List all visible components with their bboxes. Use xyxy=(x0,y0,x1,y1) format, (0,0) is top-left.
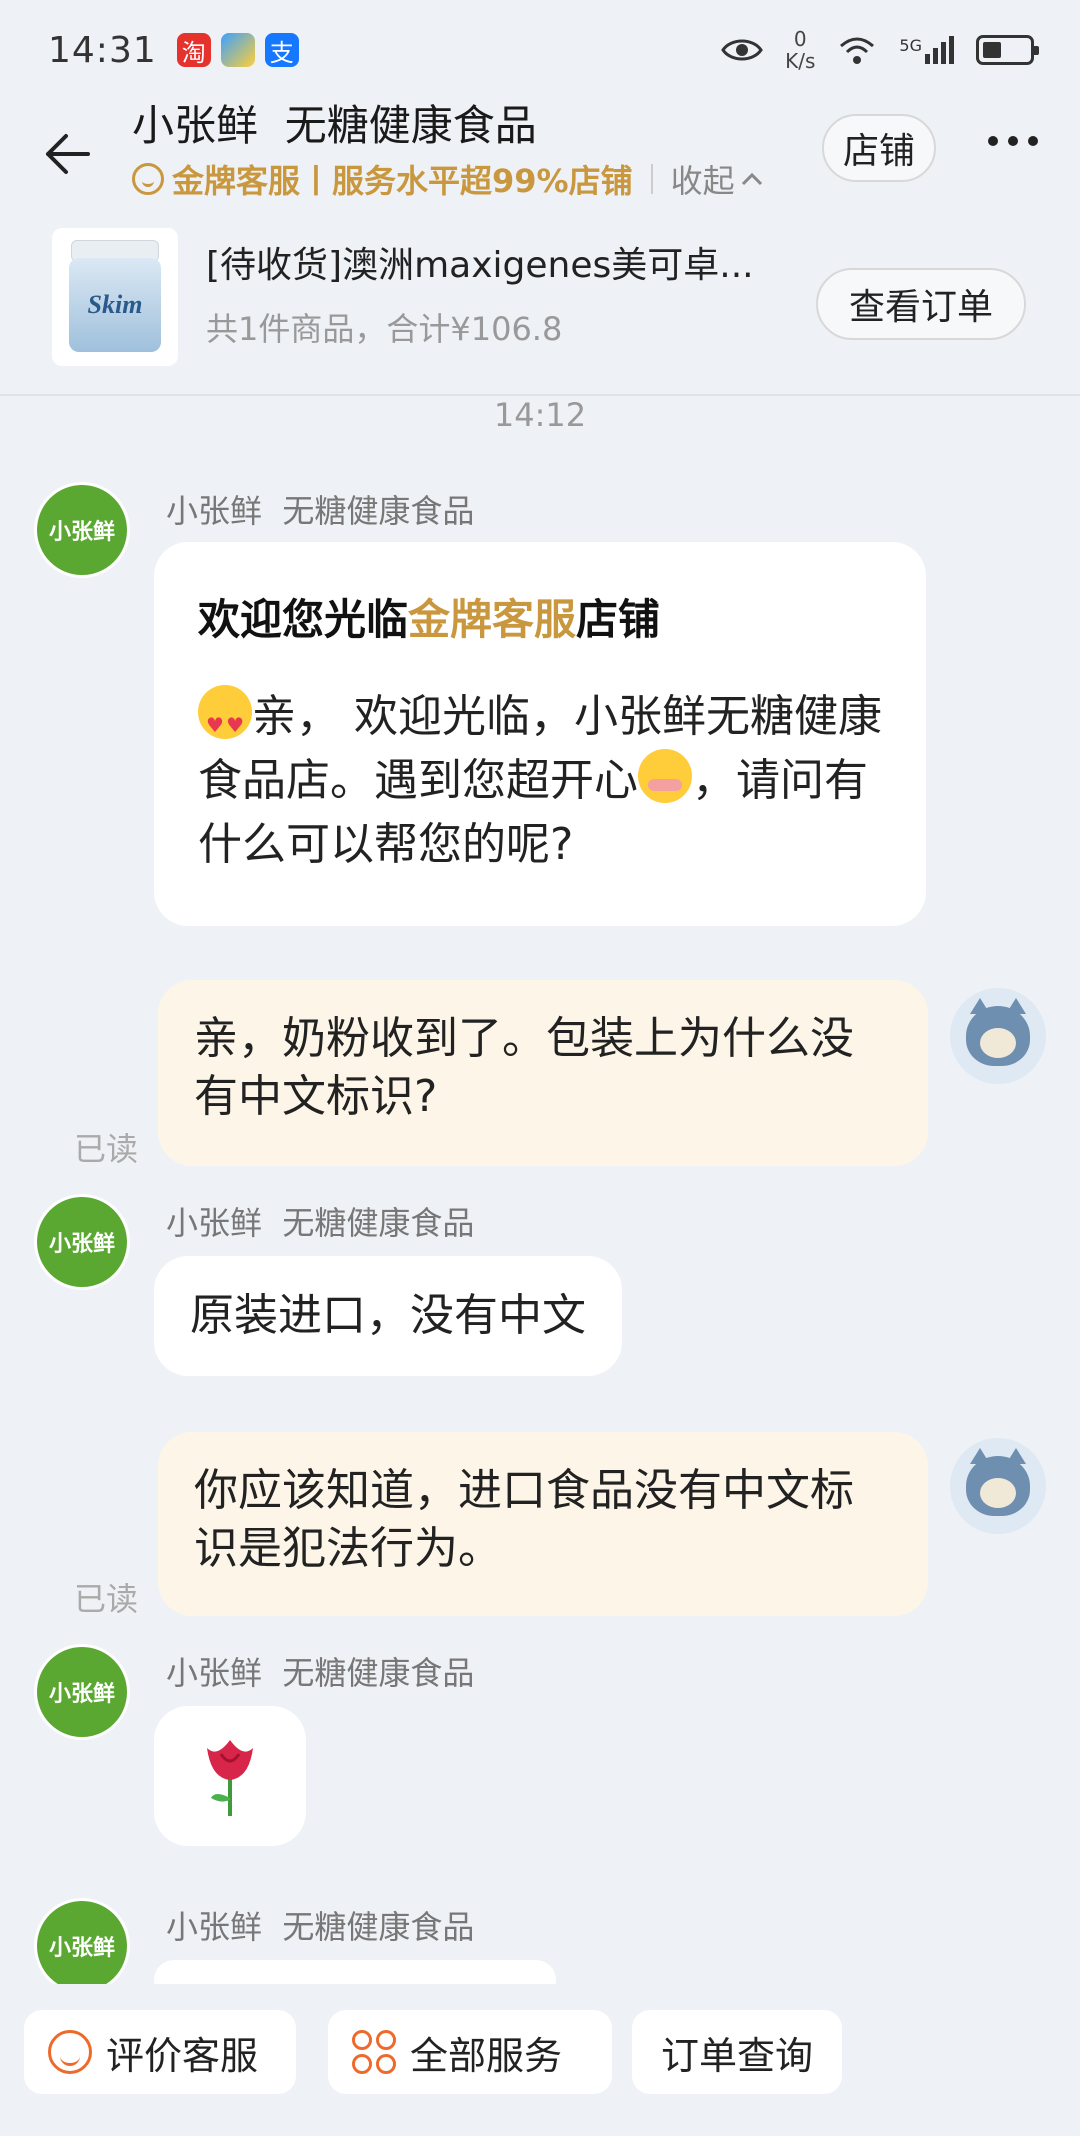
more-options-icon[interactable] xyxy=(988,136,1038,146)
welcome-message-bubble[interactable]: 欢迎您光临金牌客服店铺 亲， 欢迎光临，小张鲜无糖健康食品店。遇到您超开心，请问… xyxy=(154,542,926,926)
shop-avatar[interactable]: 小张鲜 xyxy=(34,1194,130,1290)
heart-eyes-emoji-icon xyxy=(198,685,252,757)
sender-name: 小张鲜 无糖健康食品 xyxy=(166,492,475,530)
read-status: 已读 xyxy=(74,1580,139,1618)
network-type: 5G xyxy=(899,36,922,55)
shop-avatar[interactable]: 小张鲜 xyxy=(34,1644,130,1740)
net-speed-unit: K/s xyxy=(785,49,816,73)
weather-app-icon xyxy=(220,33,255,67)
service-badge-row: 金牌客服丨服务水平超99%店铺 收起 xyxy=(132,156,763,202)
view-order-button[interactable]: 查看订单 xyxy=(816,268,1026,340)
order-query-label: 订单查询 xyxy=(660,2033,813,2078)
smile-badge-icon xyxy=(132,163,164,195)
grid-icon xyxy=(352,2030,396,2074)
alipay-app-icon: 支 xyxy=(264,33,299,67)
cat-avatar-icon xyxy=(966,998,1030,1066)
shy-smile-emoji-icon xyxy=(638,749,692,803)
welcome-title: 欢迎您光临金牌客服店铺 xyxy=(198,586,882,647)
product-thumbnail[interactable]: Skim xyxy=(52,228,178,366)
service-level-badge: 金牌客服丨服务水平超99%店铺 xyxy=(172,162,633,200)
milk-powder-tin-image: Skim xyxy=(65,240,165,354)
status-time: 14:31 xyxy=(48,29,157,71)
user-message-bubble[interactable]: 你应该知道，进口食品没有中文标识是犯法行为。 xyxy=(158,1432,928,1616)
chat-header: 小张鲜 无糖健康食品 金牌客服丨服务水平超99%店铺 收起 店铺 xyxy=(0,86,1080,200)
rate-service-button[interactable]: 评价客服 xyxy=(24,2010,296,2094)
cellular-signal-icon: 5G xyxy=(899,36,954,64)
order-summary: 共1件商品，合计¥106.8 xyxy=(206,310,563,348)
eye-icon xyxy=(721,39,763,61)
order-title: [待收货]澳洲maxigenes美可卓... xyxy=(206,245,754,286)
battery-icon xyxy=(976,35,1039,65)
wifi-icon xyxy=(840,37,875,64)
rate-service-label: 评价客服 xyxy=(106,2033,259,2078)
net-speed-value: 0 xyxy=(793,27,807,51)
welcome-body: 亲， 欢迎光临，小张鲜无糖健康食品店。遇到您超开心，请问有什么可以帮您的呢? xyxy=(198,685,882,877)
bottom-service-bar: 评价客服 全部服务 订单查询 xyxy=(0,1984,1080,2136)
collapse-toggle[interactable]: 收起 xyxy=(671,156,763,202)
user-avatar[interactable] xyxy=(950,988,1046,1084)
welcome-title-suffix: 店铺 xyxy=(576,595,661,644)
sticker-bubble[interactable] xyxy=(154,1706,306,1846)
welcome-title-prefix: 欢迎您光临 xyxy=(198,595,409,644)
taobao-app-icon: 淘 xyxy=(176,33,211,67)
order-card[interactable]: Skim [待收货]澳洲maxigenes美可卓... 共1件商品，合计¥106… xyxy=(0,210,1080,396)
collapse-label: 收起 xyxy=(670,162,735,200)
sender-name: 小张鲜 无糖健康食品 xyxy=(166,1654,475,1692)
sender-name: 小张鲜 无糖健康食品 xyxy=(166,1908,475,1946)
cat-avatar-icon xyxy=(966,1448,1030,1516)
welcome-title-highlight: 金牌客服 xyxy=(408,595,577,644)
shop-avatar[interactable]: 小张鲜 xyxy=(34,482,130,578)
smile-icon xyxy=(48,2030,92,2074)
read-status: 已读 xyxy=(74,1130,139,1168)
user-message-bubble[interactable]: 亲，奶粉收到了。包装上为什么没有中文标识? xyxy=(158,980,928,1166)
divider xyxy=(650,164,653,194)
shop-title[interactable]: 小张鲜 无糖健康食品 xyxy=(132,92,537,153)
rose-icon xyxy=(207,1740,253,1816)
message-timestamp: 14:12 xyxy=(493,396,587,434)
shop-avatar[interactable]: 小张鲜 xyxy=(34,1898,130,1994)
chevron-up-icon xyxy=(741,172,762,186)
sender-name: 小张鲜 无糖健康食品 xyxy=(166,1204,475,1242)
network-speed: 0 K/s xyxy=(785,28,815,72)
product-label: Skim xyxy=(87,290,143,319)
status-app-icons: 淘 支 xyxy=(176,33,299,67)
all-services-button[interactable]: 全部服务 xyxy=(328,2010,612,2094)
back-arrow-icon[interactable] xyxy=(40,126,96,182)
all-services-label: 全部服务 xyxy=(410,2033,563,2078)
shop-message-bubble[interactable]: 原装进口，没有中文 xyxy=(154,1256,622,1376)
store-button[interactable]: 店铺 xyxy=(822,114,936,182)
order-query-button[interactable]: 订单查询 xyxy=(632,2010,842,2094)
user-avatar[interactable] xyxy=(950,1438,1046,1534)
status-bar: 14:31 淘 支 0 K/s 5G xyxy=(0,0,1080,100)
